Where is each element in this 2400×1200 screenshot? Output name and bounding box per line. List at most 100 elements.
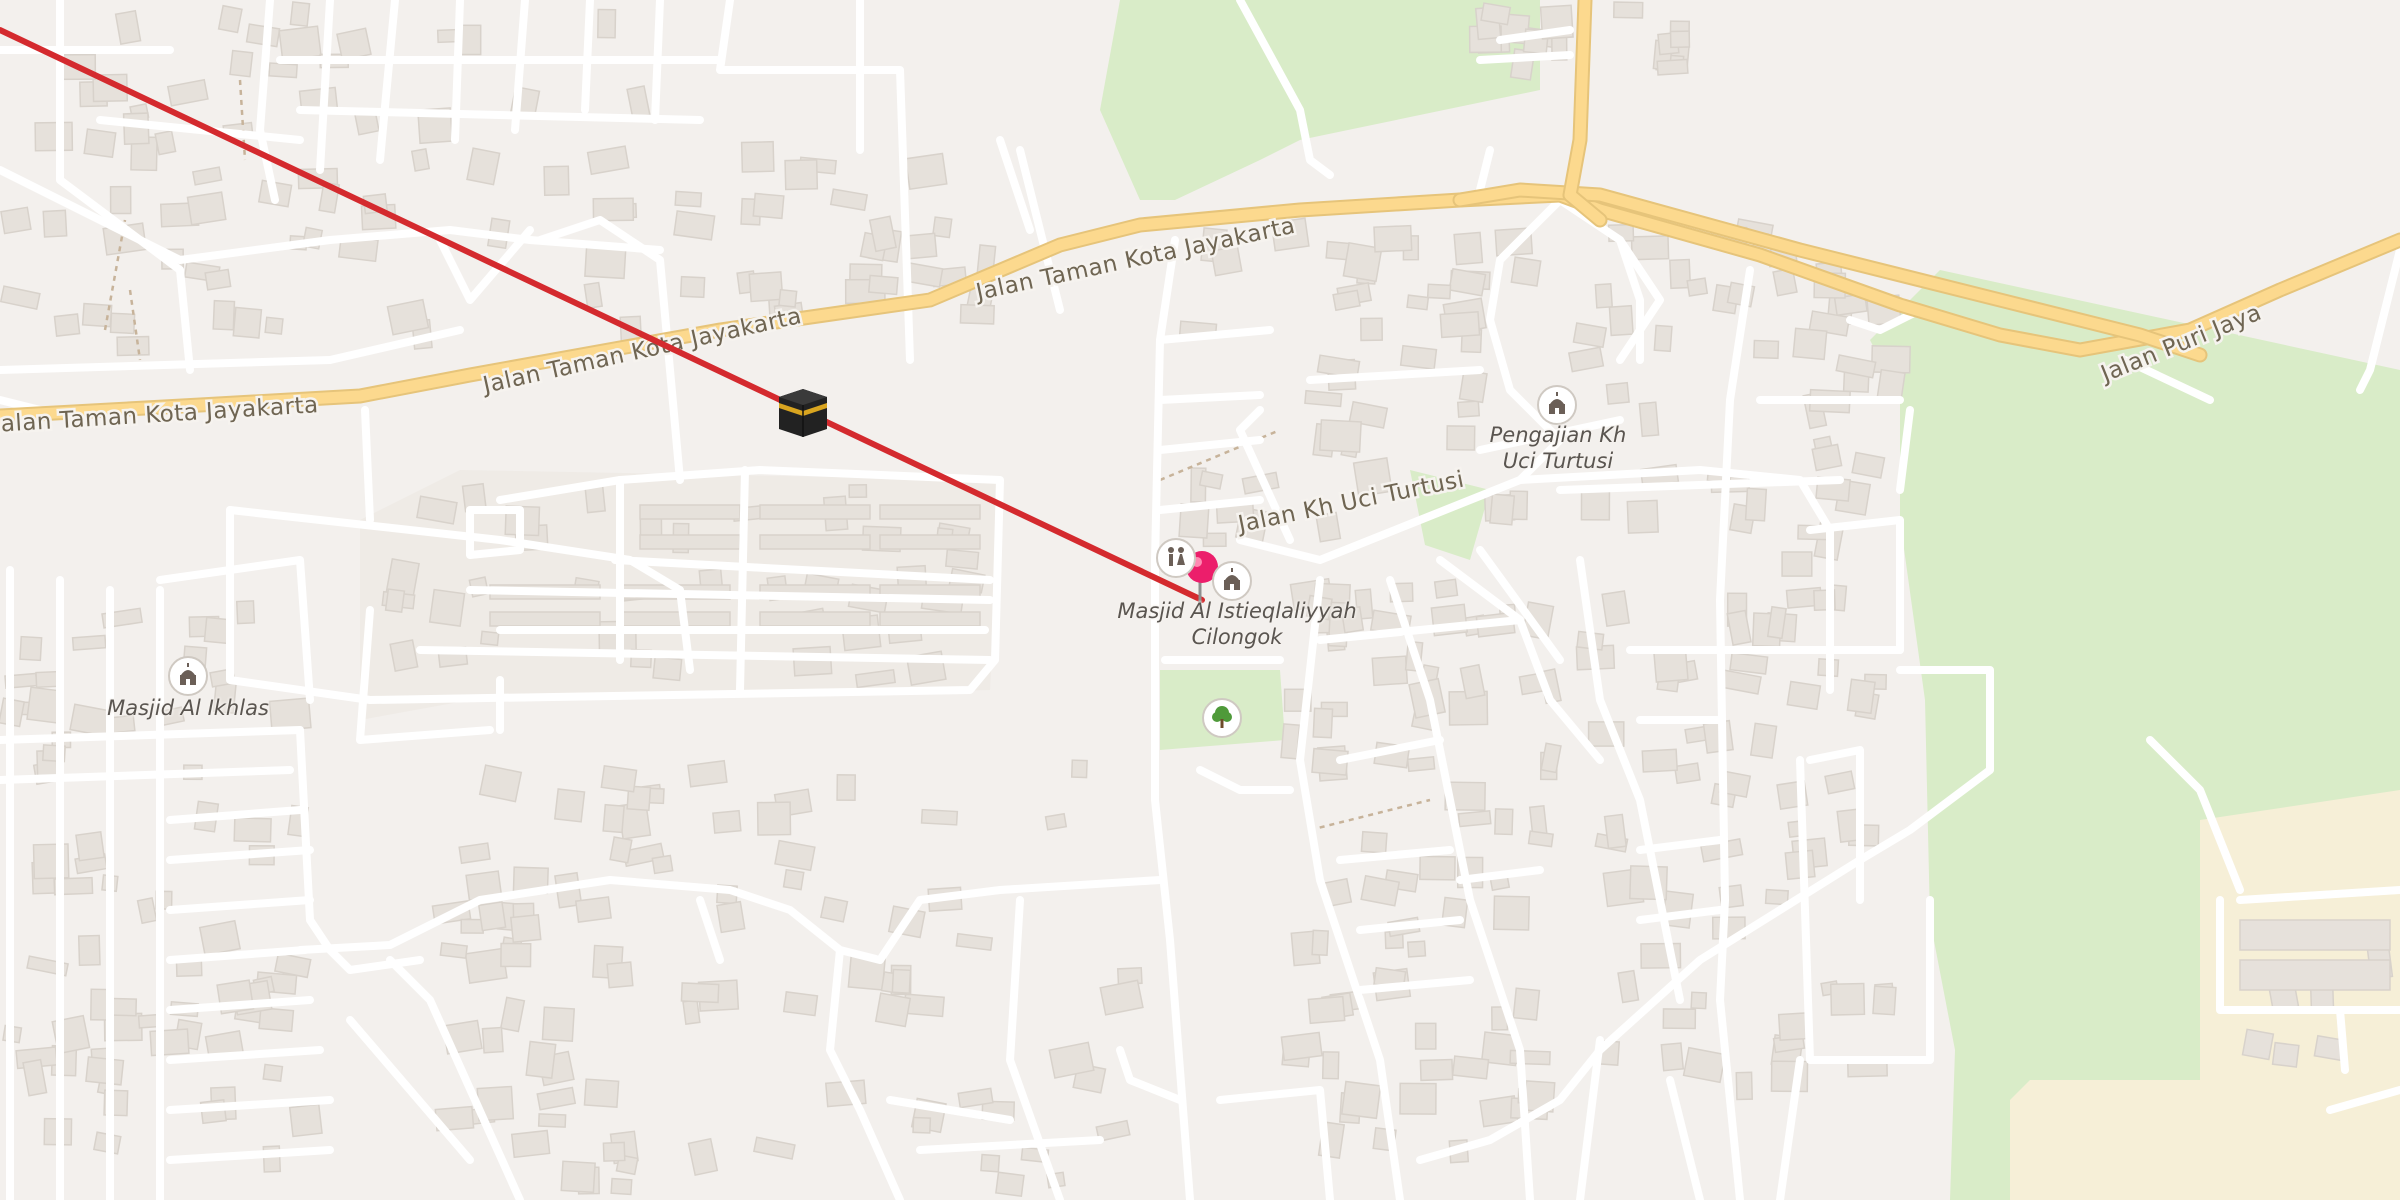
minor-road[interactable] <box>176 266 194 374</box>
building <box>2241 1028 2275 1061</box>
building <box>687 1137 719 1176</box>
building <box>258 1007 295 1033</box>
minor-road[interactable] <box>386 956 524 1200</box>
building <box>536 1086 577 1111</box>
mosque-icon[interactable] <box>1212 561 1252 601</box>
minor-road[interactable] <box>1476 51 1574 64</box>
map-canvas[interactable]: Jalan Taman Kota Jayakarta Jalan Taman K… <box>0 0 2400 1200</box>
kaaba-icon[interactable] <box>775 385 831 441</box>
minor-road[interactable] <box>316 0 334 174</box>
building <box>651 854 674 875</box>
building <box>752 1136 796 1160</box>
minor-road[interactable] <box>1216 1086 1334 1200</box>
building <box>166 78 209 107</box>
building <box>904 152 948 191</box>
building <box>81 302 113 328</box>
building <box>2239 919 2391 951</box>
building <box>1319 419 1362 453</box>
building <box>500 942 532 968</box>
minor-road[interactable] <box>361 406 374 524</box>
minor-road[interactable] <box>1116 1046 1184 1104</box>
building <box>109 312 136 335</box>
minor-road[interactable] <box>1196 766 1294 794</box>
minor-road[interactable] <box>1556 476 1844 494</box>
building <box>874 992 912 1028</box>
building <box>1630 235 1670 261</box>
minor-road[interactable] <box>1156 391 1264 404</box>
building <box>716 900 746 934</box>
building <box>674 190 703 208</box>
building <box>712 809 742 834</box>
building <box>477 901 507 932</box>
minor-road[interactable] <box>1156 326 1274 344</box>
minor-road[interactable] <box>166 1046 324 1064</box>
street-label-taman-kota-jayakarta-center: Jalan Taman Kota Jayakarta <box>479 303 804 399</box>
building <box>1480 2 1512 26</box>
minor-road[interactable] <box>376 0 399 164</box>
minor-road[interactable] <box>1666 1076 1704 1200</box>
poi-label-masjid-al-ikhlas[interactable]: Masjid Al Ikhlas <box>92 695 284 721</box>
minor-road[interactable] <box>1436 556 1604 764</box>
mosque-icon[interactable] <box>168 656 208 696</box>
building <box>1744 487 1768 522</box>
building <box>289 1 311 27</box>
minor-road[interactable] <box>166 846 314 864</box>
poi-label-line: Uci Turtusi <box>1502 449 1614 473</box>
building <box>262 1063 284 1082</box>
minor-road[interactable] <box>916 1136 1104 1154</box>
building <box>782 868 805 891</box>
building <box>1811 443 1843 472</box>
minor-road[interactable] <box>436 226 534 304</box>
building <box>2271 1041 2300 1068</box>
building <box>410 148 431 172</box>
building <box>1851 451 1886 479</box>
mosque-icon[interactable] <box>1537 385 1577 425</box>
building <box>71 634 107 651</box>
minor-road[interactable] <box>166 896 314 914</box>
building <box>891 968 912 994</box>
building <box>748 271 784 303</box>
building <box>752 192 785 220</box>
poi-label-masjid-al-istieqlaliyyah[interactable]: Masjid Al Istieqlaliyyah Cilongok <box>1102 598 1372 650</box>
poi-label-pengajian-kh-uci-turtusi[interactable]: Pengajian Kh Uci Turtusi <box>1470 422 1646 474</box>
building <box>1406 294 1430 311</box>
building <box>278 25 322 62</box>
minor-road[interactable] <box>581 0 594 114</box>
minor-road[interactable] <box>1356 916 1464 934</box>
building <box>1453 231 1484 266</box>
building <box>1494 808 1514 836</box>
park-tree-icon[interactable] <box>1202 698 1242 738</box>
minor-road[interactable] <box>1636 906 1724 924</box>
building <box>1669 30 1691 49</box>
building <box>652 656 683 682</box>
building <box>116 335 150 357</box>
building <box>439 942 468 960</box>
building <box>1608 304 1634 337</box>
toilets-icon[interactable] <box>1156 538 1196 578</box>
minor-road[interactable] <box>166 996 314 1014</box>
building <box>77 934 101 967</box>
minor-road[interactable] <box>0 726 304 744</box>
building <box>879 534 981 550</box>
minor-road[interactable] <box>296 726 424 974</box>
minor-road[interactable] <box>2336 1006 2349 1074</box>
building <box>600 764 638 793</box>
minor-road[interactable] <box>0 356 334 374</box>
building <box>1601 590 1631 628</box>
minor-road[interactable] <box>1576 556 1684 1004</box>
building <box>42 209 68 238</box>
building <box>1198 470 1224 490</box>
building <box>679 275 706 299</box>
building <box>1360 830 1388 854</box>
building <box>235 600 256 625</box>
minor-road[interactable] <box>1476 146 1494 194</box>
building <box>1829 982 1866 1016</box>
minor-road[interactable] <box>166 1146 334 1164</box>
building <box>154 129 177 156</box>
building <box>1492 895 1531 931</box>
minor-road[interactable] <box>451 0 464 144</box>
building <box>995 1171 1025 1197</box>
building <box>1360 317 1383 342</box>
minor-road[interactable] <box>166 806 304 824</box>
building <box>1613 1 1644 19</box>
